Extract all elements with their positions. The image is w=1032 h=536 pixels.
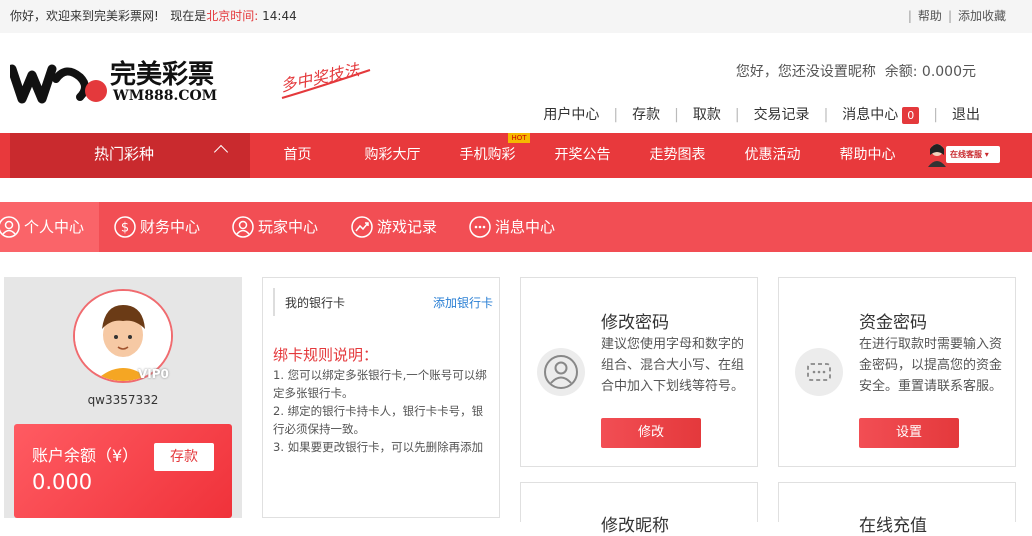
- trend-icon: [351, 216, 373, 238]
- nickname[interactable]: 您还没设置昵称: [778, 64, 876, 80]
- deposit-link[interactable]: 存款: [632, 107, 660, 123]
- slogan-image: 多中奖技法: [276, 48, 376, 108]
- add-bank-card-link[interactable]: 添加银行卡: [433, 294, 493, 311]
- message-count-badge: 0: [902, 107, 920, 124]
- clock: 14:44: [262, 9, 297, 23]
- nav-trends[interactable]: 走势图表: [630, 133, 725, 178]
- header: 完美彩票 WM888.COM 多中奖技法 您好，您还没设置昵称 余额: 0.00…: [0, 33, 1032, 133]
- nav-promotions[interactable]: 优惠活动: [725, 133, 820, 178]
- profile-panel: VIP0 qw3357332 账户余额（¥） 0.000 存款: [4, 277, 242, 518]
- subnav-player-center[interactable]: 玩家中心: [232, 202, 332, 252]
- nav-results[interactable]: 开奖公告: [535, 133, 630, 178]
- player-icon: [232, 216, 254, 238]
- withdraw-link[interactable]: 取款: [693, 107, 721, 123]
- card-description: 在进行取款时需要输入资金密码，以提高您的资金安全。重置请联系客服。: [859, 337, 1003, 394]
- welcome-message: 你好，欢迎来到完美彩票网! 现在是北京时间: 14:44: [10, 9, 297, 23]
- card-title: 修改昵称: [601, 516, 669, 536]
- nav-lottery-hall[interactable]: 购彩大厅: [345, 133, 440, 178]
- vip-level: VIP0: [138, 367, 169, 381]
- svg-text:完美彩票: 完美彩票: [110, 59, 214, 90]
- card-title: 在线充值: [859, 516, 927, 536]
- username: qw3357332: [87, 393, 159, 407]
- chevron-up-icon: [213, 144, 229, 160]
- svg-text:WM888.COM: WM888.COM: [112, 88, 217, 104]
- svg-text:$: $: [121, 221, 129, 236]
- nav-help[interactable]: 帮助中心: [820, 133, 915, 178]
- password-icon: [795, 348, 843, 396]
- more-dots-icon: [469, 216, 491, 238]
- hot-tag: HOT: [508, 133, 530, 143]
- subnav-message-center[interactable]: 消息中心: [469, 202, 569, 252]
- service-agent-icon: [928, 144, 946, 167]
- hot-lottery-dropdown[interactable]: 热门彩种: [10, 133, 250, 178]
- header-balance: 0.000元: [921, 64, 976, 80]
- top-links: | 帮助 | 添加收藏: [907, 9, 1006, 23]
- subnav-personal-center[interactable]: 个人中心: [0, 202, 97, 252]
- rule-item: 1. 您可以绑定多张银行卡,一个账号可以绑定多张银行卡。: [273, 368, 487, 400]
- balance-card: 账户余额（¥） 0.000 存款: [14, 424, 232, 518]
- transactions-link[interactable]: 交易记录: [754, 107, 810, 123]
- online-recharge-card: 在线充值: [778, 482, 1016, 536]
- subnav-game-records[interactable]: 游戏记录: [351, 202, 451, 252]
- rule-item: 3. 如果要更改银行卡，可以先删除再添加: [273, 440, 484, 454]
- card-title: 修改密码: [601, 313, 669, 333]
- top-bar: 你好，欢迎来到完美彩票网! 现在是北京时间: 14:44 | 帮助 | 添加收藏: [0, 0, 1032, 33]
- bank-card-panel: 我的银行卡 添加银行卡 绑卡规则说明： 1. 您可以绑定多张银行卡,一个账号可以…: [262, 277, 500, 518]
- fund-password-card: 资金密码 在进行取款时需要输入资金密码，以提高您的资金安全。重置请联系客服。 设…: [778, 277, 1016, 467]
- user-nav: 用户中心 | 存款 | 取款 | 交易记录 | 消息中心 0 | 退出: [543, 107, 980, 124]
- messages-link[interactable]: 消息中心: [842, 107, 898, 123]
- rules-list: 1. 您可以绑定多张银行卡,一个账号可以绑定多张银行卡。 2. 绑定的银行卡持卡…: [273, 366, 491, 456]
- bank-card-title: 我的银行卡: [285, 296, 346, 310]
- nav-home[interactable]: 首页: [250, 133, 345, 178]
- deposit-button[interactable]: 存款: [154, 443, 214, 471]
- card-description: 建议您使用字母和数字的组合、混合大小写、在组合中加入下划线等符号。: [601, 337, 745, 394]
- account-subnav: 个人中心 $ 财务中心 玩家中心 游戏记录 消息中心: [0, 202, 1032, 252]
- balance-label: 账户余额（¥）: [32, 446, 139, 465]
- change-password-card: 修改密码 建议您使用字母和数字的组合、混合大小写、在组合中加入下划线等符号。 修…: [520, 277, 758, 467]
- rule-item: 2. 绑定的银行卡持卡人，银行卡卡号，银行必须保持一致。: [273, 404, 484, 436]
- site-logo[interactable]: 完美彩票 WM888.COM: [7, 55, 250, 111]
- change-password-button[interactable]: 修改: [601, 418, 701, 448]
- change-nickname-card: 修改昵称: [520, 482, 758, 536]
- subnav-finance-center[interactable]: $ 财务中心: [114, 202, 214, 252]
- card-title: 资金密码: [859, 313, 927, 333]
- user-icon: [0, 216, 20, 238]
- online-service-button[interactable]: 在线客服 ▾: [926, 141, 1000, 167]
- user-greeting: 您好，您还没设置昵称 余额: 0.000元: [735, 64, 976, 80]
- user-icon: [537, 348, 585, 396]
- beijing-time-label: 北京时间:: [206, 9, 259, 23]
- main-nav: 热门彩种 首页 购彩大厅 手机购彩 开奖公告 走势图表 优惠活动 帮助中心 HO…: [0, 133, 1032, 178]
- user-center-link[interactable]: 用户中心: [543, 107, 599, 123]
- account-balance: 0.000: [32, 470, 93, 494]
- logout-link[interactable]: 退出: [952, 107, 980, 123]
- dollar-icon: $: [114, 216, 136, 238]
- rules-title: 绑卡规则说明：: [273, 346, 379, 364]
- set-fund-password-button[interactable]: 设置: [859, 418, 959, 448]
- help-link[interactable]: 帮助: [918, 9, 942, 23]
- bank-card-header: 我的银行卡 添加银行卡: [273, 288, 493, 316]
- bookmark-link[interactable]: 添加收藏: [958, 9, 1006, 23]
